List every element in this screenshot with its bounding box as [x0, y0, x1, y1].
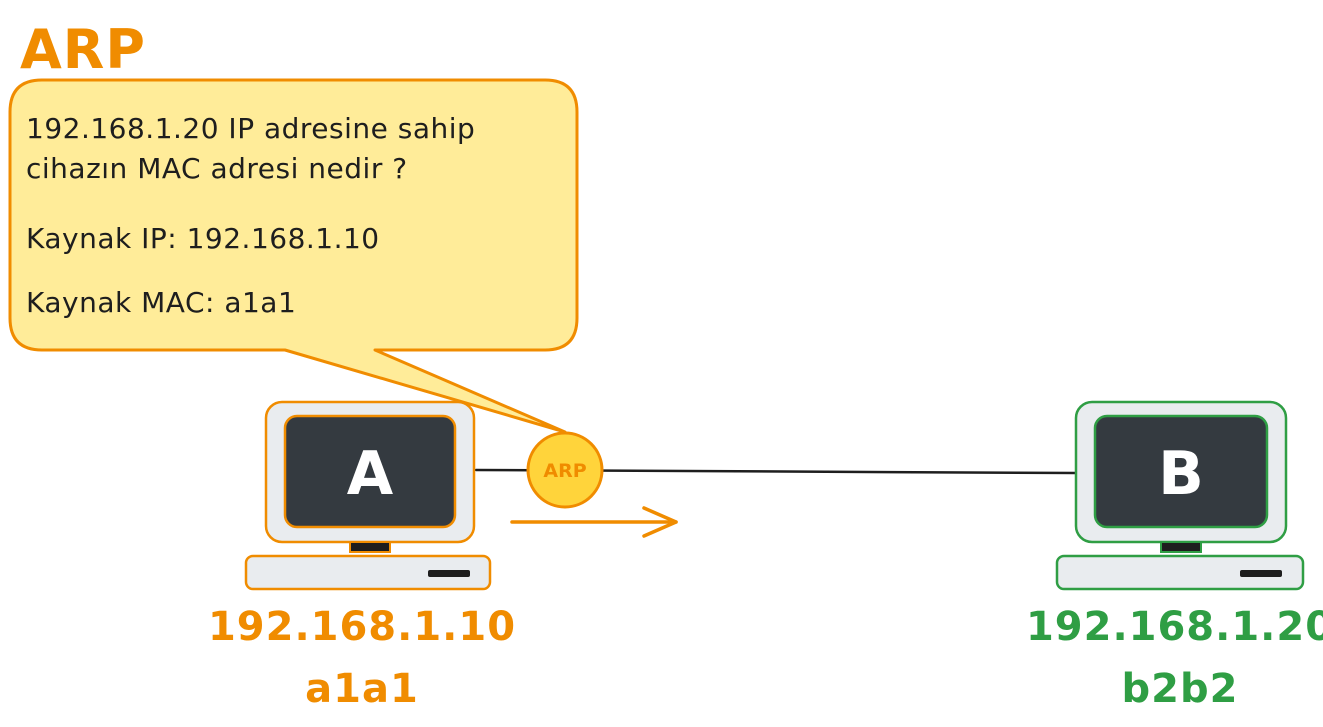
computer-a-ip: 192.168.1.10 [208, 604, 516, 650]
bubble-question-line1: 192.168.1.20 IP adresine sahip [26, 112, 475, 145]
computer-b: B 192.168.1.20 b2b2 [1026, 400, 1323, 712]
arp-packet: ARP [526, 431, 604, 509]
arp-diagram: ARP 192.168.1.20 IP adresine sahip cihaz… [8, 18, 1323, 712]
direction-arrow-icon [510, 506, 678, 538]
computer-a-letter: A [347, 439, 394, 509]
speech-bubble: 192.168.1.20 IP adresine sahip cihazın M… [8, 78, 579, 434]
computer-a-mac: a1a1 [305, 666, 419, 712]
computer-b-mac: b2b2 [1122, 666, 1239, 712]
bubble-source-ip: Kaynak IP: 192.168.1.10 [26, 222, 380, 255]
computer-b-letter: B [1158, 439, 1204, 509]
computer-a: A 192.168.1.10 a1a1 [208, 400, 516, 712]
bubble-question-line2: cihazın MAC adresi nedir ? [26, 152, 408, 185]
arp-packet-label: ARP [543, 460, 586, 482]
computer-b-ip: 192.168.1.20 [1026, 604, 1323, 650]
bubble-source-mac: Kaynak MAC: a1a1 [26, 286, 296, 319]
diagram-title: ARP [20, 18, 146, 81]
